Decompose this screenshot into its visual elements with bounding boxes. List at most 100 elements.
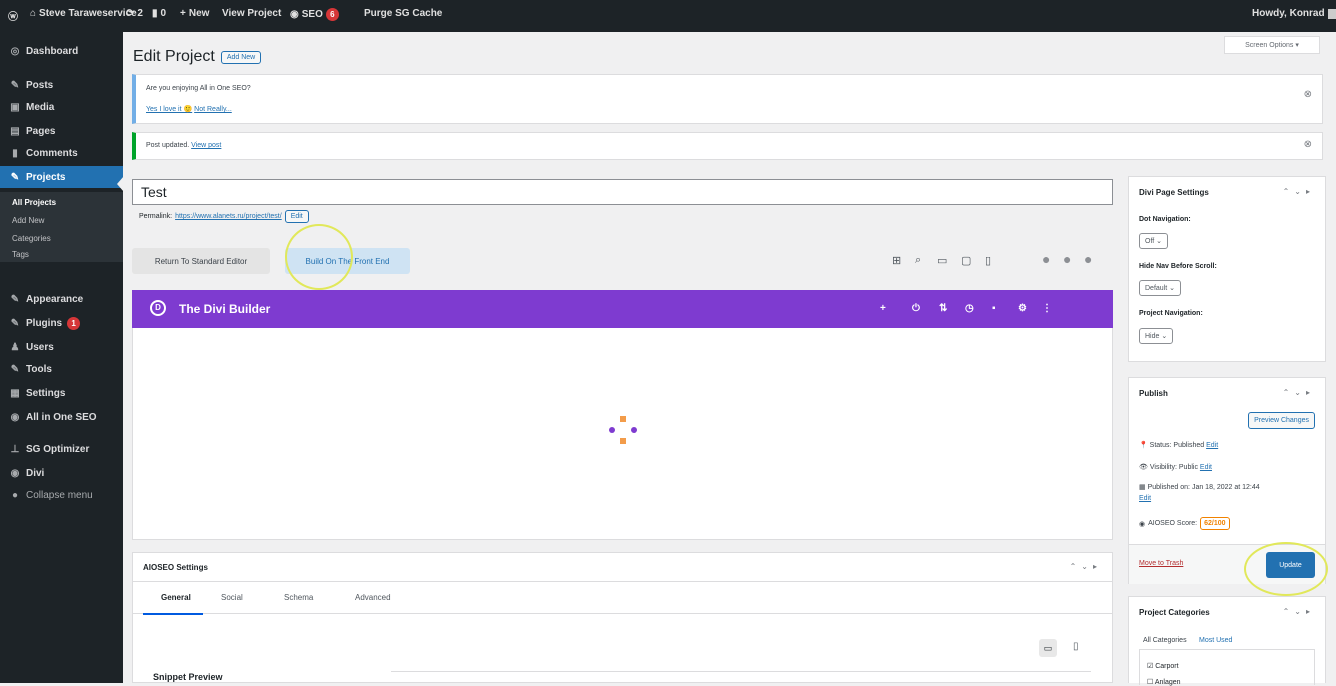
power-icon[interactable]: ⏻ <box>912 303 920 314</box>
site-name-link[interactable]: ⌂ Steve Taraweservice <box>30 8 137 19</box>
divi-builder-header: D The Divi Builder + ⏻ ⇅ ◷ ▪ ⚙ ⋮ <box>132 290 1113 328</box>
menu-divi[interactable]: ◉ Divi <box>0 462 123 484</box>
project-nav-label: Project Navigation: <box>1139 310 1203 317</box>
published-edit-link[interactable]: Edit <box>1139 495 1151 502</box>
view-project-link[interactable]: View Project <box>222 8 281 19</box>
select-value: Default <box>1145 285 1168 292</box>
aioseo-feedback-notice: Are you enjoying All in One SEO? Yes I l… <box>132 74 1323 124</box>
preview-changes-button[interactable]: Preview Changes <box>1248 412 1315 429</box>
add-new-button[interactable]: Add New <box>220 50 262 64</box>
collapse-icon: ● <box>11 489 19 501</box>
desktop-icon[interactable]: ▭ <box>937 254 947 267</box>
gear-icon[interactable]: ⚙ <box>1018 303 1027 314</box>
menu-dashboard[interactable]: ◎ Dashboard <box>0 40 123 62</box>
sort-icon[interactable]: ⇅ <box>939 303 947 314</box>
box-controls-icon[interactable]: ⌃⌄▸ <box>1070 562 1102 571</box>
trash-icon[interactable]: ▪ <box>992 303 996 314</box>
portability-icon[interactable]: ● <box>1063 251 1071 267</box>
history-icon[interactable]: ● <box>1042 251 1050 267</box>
category-item[interactable]: ☑ Carport <box>1147 662 1179 670</box>
tab-all-categories[interactable]: All Categories <box>1143 637 1187 644</box>
submenu-tags[interactable]: Tags <box>12 250 29 259</box>
love-it-link[interactable]: Yes I love it 🙂 <box>146 106 192 113</box>
submenu-add-new[interactable]: Add New <box>12 216 44 225</box>
add-icon[interactable]: + <box>880 303 886 314</box>
menu-label: Divi <box>26 467 45 479</box>
settings-icon: ▦ <box>10 387 20 399</box>
visibility-row: 👁 Visibility: Public Edit <box>1139 463 1212 471</box>
snippet-divider <box>391 671 1091 672</box>
menu-settings[interactable]: ▦ Settings <box>0 382 123 404</box>
aioseo-score-row: ◉ AIOSEO Score: 62/100 <box>1139 517 1230 530</box>
brush-icon: ✎ <box>10 293 20 305</box>
tab-most-used[interactable]: Most Used <box>1199 637 1232 644</box>
visibility-edit-link[interactable]: Edit <box>1200 464 1212 471</box>
tab-general[interactable]: General <box>161 593 191 602</box>
permalink-label: Permalink: <box>139 213 173 220</box>
return-to-standard-editor-button[interactable]: Return To Standard Editor <box>132 248 270 274</box>
wordpress-icon[interactable]: ⓦ <box>8 8 18 23</box>
dot-nav-select[interactable]: Off ⌄ <box>1139 233 1169 249</box>
checkbox-checked-icon: ☑ <box>1147 663 1154 670</box>
tab-schema[interactable]: Schema <box>284 593 313 602</box>
move-to-trash-link[interactable]: Move to Trash <box>1139 560 1183 567</box>
menu-tools[interactable]: ✎ Tools <box>0 358 123 380</box>
plus-icon: + <box>180 8 186 19</box>
new-content-link[interactable]: + New <box>180 8 209 19</box>
notice-text: Post updated. View post <box>146 142 221 149</box>
view-post-link[interactable]: View post <box>191 142 221 149</box>
category-item[interactable]: ☐ Anlagen <box>1147 678 1181 686</box>
tab-advanced[interactable]: Advanced <box>355 593 391 602</box>
submenu-categories[interactable]: Categories <box>12 234 51 243</box>
seo-menu[interactable]: ◉ SEO 6 <box>290 8 339 21</box>
aioseo-tabs: General Social Schema Advanced <box>133 581 1112 615</box>
purge-cache-link[interactable]: Purge SG Cache <box>364 8 442 19</box>
permalink-edit-button[interactable]: Edit <box>284 210 309 223</box>
menu-posts[interactable]: ✎ Posts <box>0 74 123 96</box>
status-edit-link[interactable]: Edit <box>1206 442 1218 449</box>
zoom-icon[interactable]: ⌕ <box>915 254 921 267</box>
dismiss-icon[interactable]: ⊗ <box>1304 139 1312 150</box>
phone-icon[interactable]: ▯ <box>985 254 991 267</box>
menu-media[interactable]: ▣ Media <box>0 96 123 118</box>
permalink-url[interactable]: https://www.alanets.ru/project/test/ <box>175 213 282 220</box>
howdy-menu[interactable]: Howdy, Konrad <box>1252 8 1336 19</box>
divi-builder-title: The Divi Builder <box>179 302 271 316</box>
dismiss-icon[interactable]: ⊗ <box>1304 89 1312 100</box>
avatar <box>1327 8 1336 19</box>
screen-options-button[interactable]: Screen Options ▾ <box>1224 36 1320 54</box>
not-really-link[interactable]: Not Really... <box>194 106 232 113</box>
published-text: Published on: Jan 18, 2022 at 12:44 <box>1147 484 1260 491</box>
menu-label: Users <box>26 341 54 353</box>
published-row: ▦ Published on: Jan 18, 2022 at 12:44 Edi… <box>1139 482 1317 504</box>
panel-controls-icon[interactable]: ⌃⌄▸ <box>1283 187 1315 196</box>
menu-appearance[interactable]: ✎ Appearance <box>0 288 123 310</box>
tab-social[interactable]: Social <box>221 593 243 602</box>
updates-link[interactable]: ⟳ 2 <box>126 8 143 19</box>
menu-users[interactable]: ♟ Users <box>0 336 123 358</box>
menu-pages[interactable]: ▤ Pages <box>0 120 123 142</box>
sg-icon: ⊥ <box>10 443 20 455</box>
menu-aioseo[interactable]: ◉ All in One SEO <box>0 406 123 428</box>
desktop-preview-icon[interactable]: ▭ <box>1039 639 1057 657</box>
settings-icon[interactable]: ● <box>1084 251 1092 267</box>
menu-collapse[interactable]: ● Collapse menu <box>0 484 123 506</box>
more-icon[interactable]: ⋮ <box>1042 303 1052 314</box>
menu-comments[interactable]: ▮ Comments <box>0 142 123 164</box>
comments-link[interactable]: ▮ 0 <box>152 8 166 19</box>
panel-controls-icon[interactable]: ⌃⌄▸ <box>1283 607 1315 616</box>
mobile-preview-icon[interactable]: ▯ <box>1073 641 1079 652</box>
menu-sg-optimizer[interactable]: ⊥ SG Optimizer <box>0 438 123 460</box>
submenu-all-projects[interactable]: All Projects <box>12 198 56 207</box>
project-nav-select[interactable]: Hide ⌄ <box>1139 328 1174 344</box>
menu-label: All in One SEO <box>26 411 97 423</box>
panel-controls-icon[interactable]: ⌃⌄▸ <box>1283 388 1315 397</box>
history-icon[interactable]: ◷ <box>965 303 974 314</box>
menu-label: Collapse menu <box>26 489 93 501</box>
menu-projects[interactable]: ✎ Projects <box>0 166 123 188</box>
tablet-icon[interactable]: ▢ <box>961 254 971 267</box>
menu-plugins[interactable]: ✎ Plugins 1 <box>0 312 123 334</box>
hide-nav-select[interactable]: Default ⌄ <box>1139 280 1181 296</box>
wireframe-icon[interactable]: ⊞ <box>892 254 901 267</box>
post-title-input[interactable]: Test <box>132 179 1113 205</box>
